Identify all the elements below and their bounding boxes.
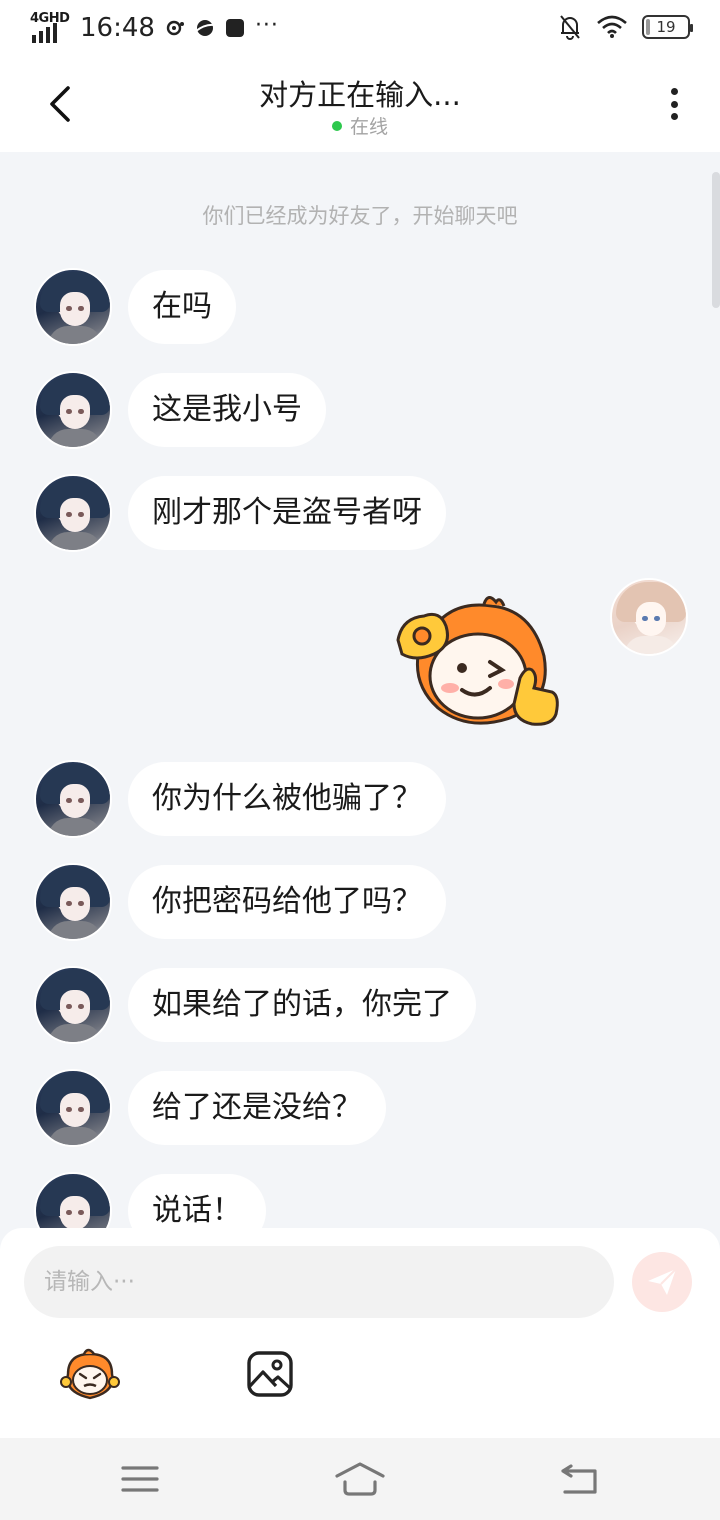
message-bubble[interactable]: 如果给了的话，你完了 (128, 968, 476, 1042)
bell-off-icon (560, 15, 580, 40)
online-status-label: 在线 (349, 116, 388, 138)
chat-screen: 4GHD 16:48 ··· 19 对方正在输入... 在线 你们已经成为好友了… (0, 0, 720, 1520)
avatar[interactable] (34, 863, 112, 941)
app-notification-icon (166, 20, 184, 36)
send-icon (648, 1268, 677, 1295)
avatar[interactable] (34, 268, 112, 346)
system-nav-bar (0, 1438, 720, 1520)
message-input[interactable] (24, 1246, 614, 1318)
avatar[interactable] (34, 1069, 112, 1147)
more-notifications: ··· (254, 12, 279, 38)
send-button[interactable] (632, 1252, 692, 1312)
wifi-icon (597, 15, 627, 38)
message-bubble[interactable]: 你为什么被他骗了？ (128, 762, 446, 836)
status-time: 16:48 (80, 13, 155, 43)
signal-icon: 4GHD (30, 11, 70, 43)
battery-icon: 19 (642, 15, 693, 39)
page-title: 对方正在输入... (259, 78, 461, 112)
status-bar: 4GHD 16:48 ··· 19 (0, 0, 720, 56)
app-square-icon (225, 19, 244, 37)
more-options-button[interactable] (658, 82, 690, 126)
message-list[interactable]: 你们已经成为好友了，开始聊天吧 在吗 这是我小号 刚才那个是盗号者呀 你为什么被… (0, 152, 720, 1228)
battery-level: 19 (656, 18, 676, 36)
my-avatar[interactable] (610, 578, 688, 656)
message-bubble[interactable]: 这是我小号 (128, 373, 326, 447)
back-icon[interactable] (555, 1456, 605, 1502)
message-bubble[interactable]: 给了还是没给？ (128, 1071, 386, 1145)
chat-header: 对方正在输入... 在线 (0, 56, 720, 152)
scrollbar[interactable] (712, 172, 720, 308)
system-message: 你们已经成为好友了，开始聊天吧 (202, 204, 518, 228)
avatar[interactable] (34, 760, 112, 838)
online-dot-icon (331, 121, 342, 131)
message-bubble[interactable]: 你把密码给他了吗？ (128, 865, 446, 939)
avatar[interactable] (34, 966, 112, 1044)
message-bubble[interactable]: 刚才那个是盗号者呀 (128, 476, 446, 550)
composer (0, 1228, 720, 1438)
online-status: 在线 (0, 112, 720, 139)
avatar[interactable] (34, 474, 112, 552)
message-bubble[interactable]: 说话！ (128, 1174, 266, 1228)
home-icon[interactable] (335, 1456, 385, 1502)
image-icon[interactable] (246, 1350, 294, 1398)
emoji-mascot-icon[interactable] (60, 1348, 120, 1402)
menu-icon[interactable] (115, 1456, 165, 1502)
ok-thumbs-up-mascot-sticker[interactable] (392, 596, 564, 732)
message-bubble[interactable]: 在吗 (128, 270, 236, 344)
avatar[interactable] (34, 371, 112, 449)
avatar[interactable] (34, 1172, 112, 1228)
planet-icon (195, 20, 215, 36)
